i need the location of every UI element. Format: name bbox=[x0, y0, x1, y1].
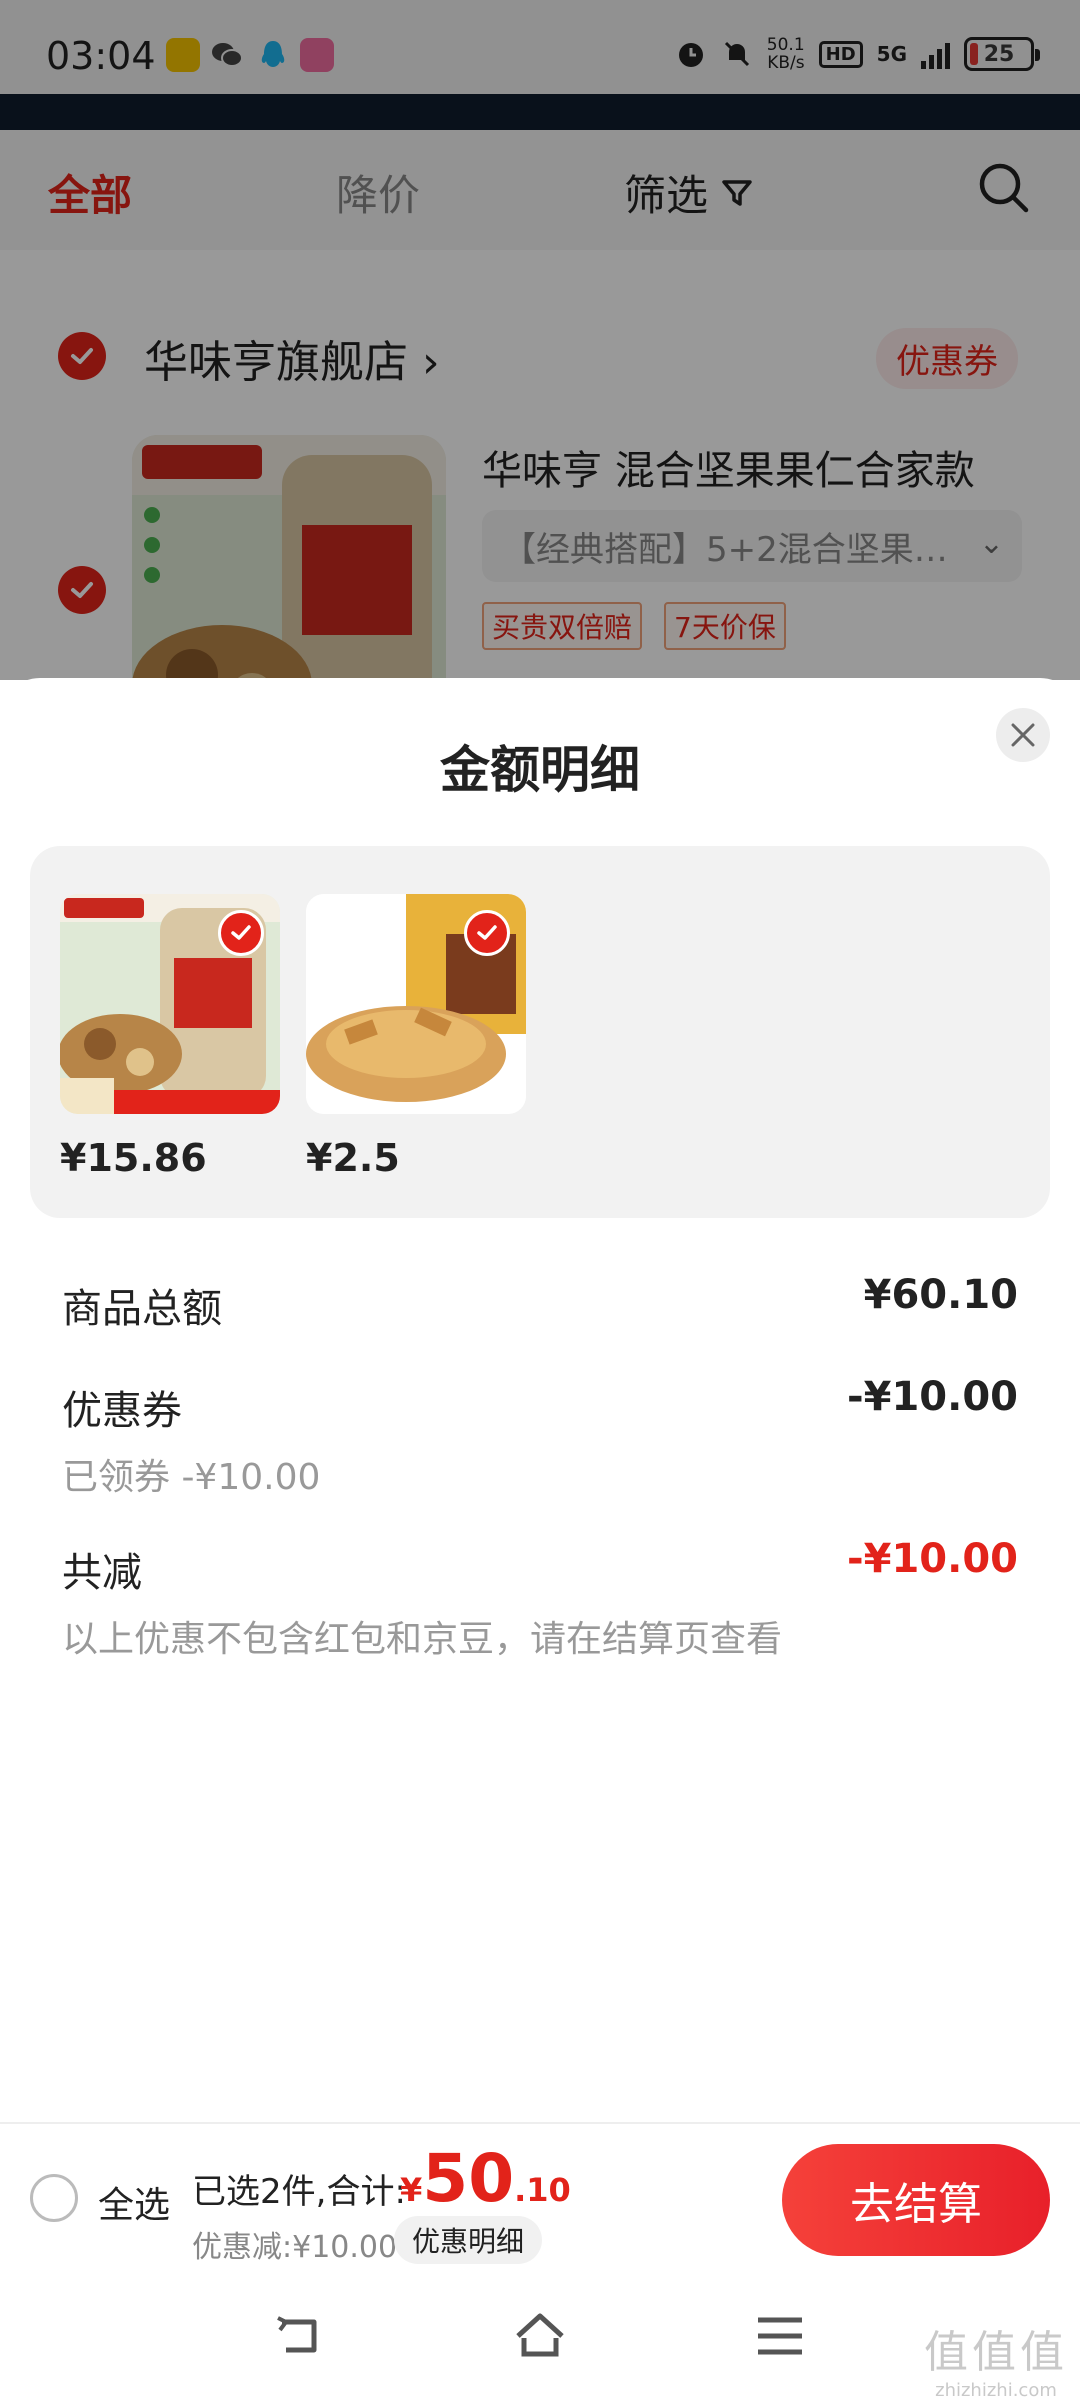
total-integer: 50 bbox=[422, 2140, 515, 2217]
close-button[interactable] bbox=[996, 708, 1050, 762]
system-nav-bar bbox=[0, 2272, 1080, 2400]
selected-items-panel: ¥15.86 ¥2.5 bbox=[30, 846, 1050, 1218]
total-reduce-label: 共减 bbox=[62, 1550, 142, 1596]
watermark: 值值值 zhizhizhi.com bbox=[924, 2316, 1068, 2400]
item-checked-badge bbox=[464, 910, 510, 956]
sheet-title: 金额明细 bbox=[440, 741, 640, 799]
goods-total-value: ¥60.10 bbox=[863, 1272, 1018, 1318]
selected-summary: 已选2件,合计: bbox=[192, 2172, 406, 2212]
discount-detail-button[interactable]: 优惠明细 bbox=[394, 2216, 543, 2264]
checkout-bar: 全选 已选2件,合计: ¥50.10 优惠减:¥10.00 优惠明细 去结算 bbox=[0, 2122, 1080, 2272]
goods-total-label: 商品总额 bbox=[62, 1286, 222, 1332]
select-all-checkbox[interactable] bbox=[30, 2174, 78, 2222]
checkout-button[interactable]: 去结算 bbox=[782, 2144, 1050, 2256]
battery-level: 25 bbox=[983, 41, 1015, 67]
watermark-text: 值值值 bbox=[924, 2327, 1068, 2378]
total-decimal: .10 bbox=[514, 2171, 571, 2209]
total-reduce-value: -¥10.00 bbox=[847, 1536, 1018, 1582]
total-currency: ¥ bbox=[400, 2171, 423, 2209]
discount-note: 以上优惠不包含红包和京豆，请在结算页查看 bbox=[62, 1619, 783, 1660]
menu-icon[interactable] bbox=[752, 2308, 808, 2364]
back-icon[interactable] bbox=[272, 2308, 328, 2364]
coupon-value: -¥10.00 bbox=[847, 1374, 1018, 1420]
discount-summary: 优惠减:¥10.00 bbox=[192, 2230, 398, 2265]
item-price: ¥2.5 bbox=[306, 1136, 400, 1180]
item-checked-badge bbox=[218, 910, 264, 956]
watermark-domain: zhizhizhi.com bbox=[935, 2380, 1057, 2400]
close-icon bbox=[1011, 723, 1035, 747]
select-all-label[interactable]: 全选 bbox=[98, 2176, 170, 2228]
check-icon bbox=[231, 925, 251, 940]
check-icon bbox=[477, 925, 497, 940]
dim-overlay[interactable] bbox=[0, 0, 1080, 680]
coupon-label: 优惠券 bbox=[62, 1388, 182, 1434]
item-thumbnail-nuts[interactable] bbox=[60, 894, 280, 1114]
item-thumbnail-snack[interactable] bbox=[306, 894, 526, 1114]
total-amount: ¥50.10 bbox=[400, 2140, 571, 2217]
coupon-received: 已领券 -¥10.00 bbox=[62, 1457, 321, 1498]
item-price: ¥15.86 bbox=[60, 1136, 207, 1180]
home-icon[interactable] bbox=[512, 2308, 568, 2364]
